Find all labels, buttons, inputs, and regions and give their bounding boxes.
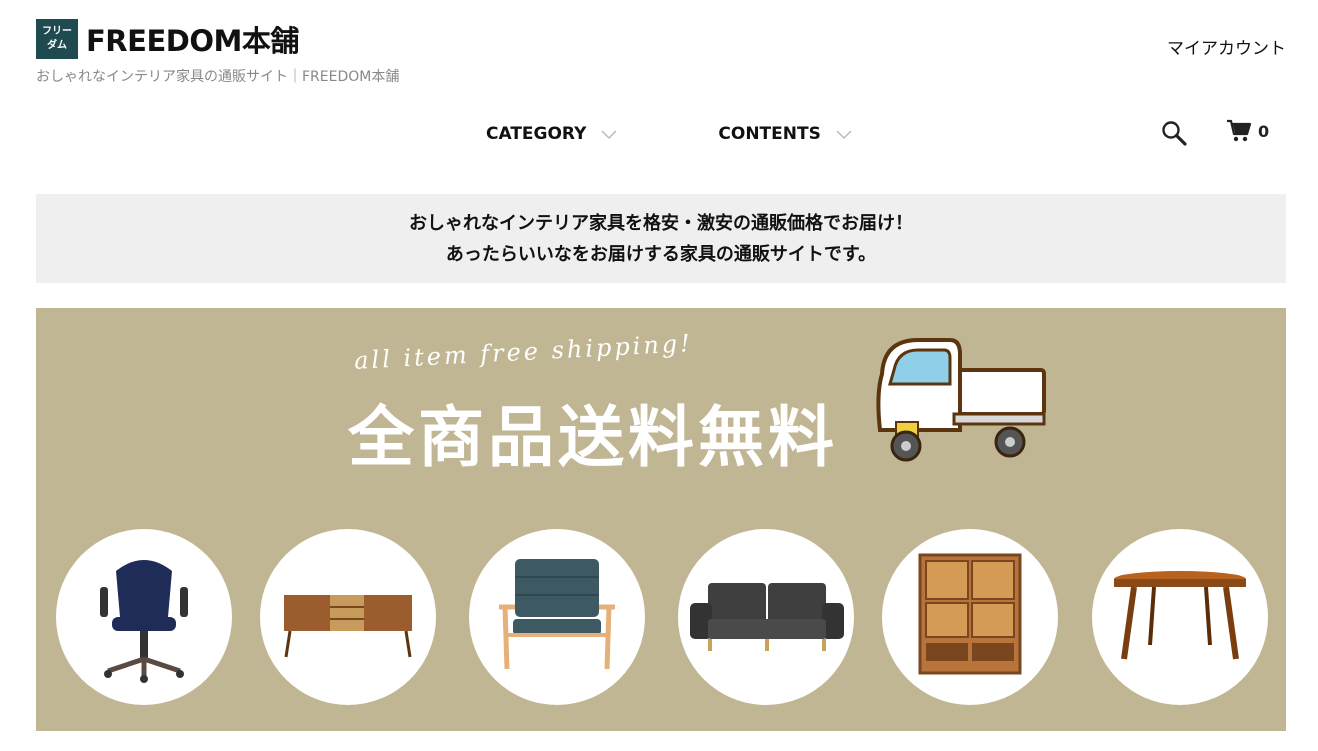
my-account-link[interactable]: マイアカウント	[1167, 34, 1286, 59]
notice-line-1: おしゃれなインテリア家具を格安・激安の通販価格でお届け！	[409, 212, 913, 234]
chevron-down-icon	[601, 130, 617, 140]
nav-contents-label: CONTENTS	[718, 124, 821, 144]
notice-line-2: あったらいいなをお届けする家具の通販サイトです。	[445, 243, 877, 265]
furniture-circle-sofa[interactable]	[678, 529, 854, 705]
cart-button[interactable]: 0	[1226, 118, 1269, 144]
notice-bar: おしゃれなインテリア家具を格安・激安の通販価格でお届け！ あったらいいなをお届け…	[36, 194, 1286, 283]
cart-count: 0	[1258, 121, 1270, 141]
banner-subtitle: all item free shipping!	[353, 329, 694, 375]
site-tagline: おしゃれなインテリア家具の通販サイト｜FREEDOM本舗	[36, 69, 400, 85]
furniture-circle-table[interactable]	[1092, 529, 1268, 705]
nav-category[interactable]: CATEGORY	[486, 124, 618, 144]
free-shipping-banner[interactable]: all item free shipping! 全商品送料無料	[36, 308, 1286, 731]
sideboard-icon	[284, 595, 412, 658]
main-nav: CATEGORY CONTENTS	[486, 124, 953, 144]
logo-mark-line1: フリー	[42, 26, 72, 37]
round-table-icon	[1114, 571, 1246, 660]
banner-title: 全商品送料無料	[348, 399, 838, 476]
furniture-circle-cabinet[interactable]	[882, 529, 1058, 705]
cart-icon	[1227, 119, 1252, 142]
logo-text: FREEDOM本舗	[86, 24, 299, 58]
sofa-icon	[690, 583, 844, 651]
furniture-circle-armchair[interactable]	[469, 529, 645, 705]
nav-category-label: CATEGORY	[486, 124, 587, 144]
logo-mark-line2: ダム	[47, 40, 67, 51]
armchair-icon	[499, 559, 615, 670]
search-icon[interactable]	[1160, 119, 1188, 147]
chevron-down-icon	[836, 130, 852, 140]
site-logo[interactable]: フリー ダム FREEDOM本舗	[36, 18, 299, 60]
office-chair-icon	[100, 560, 188, 683]
cabinet-icon	[918, 553, 1022, 675]
nav-contents[interactable]: CONTENTS	[718, 124, 852, 144]
logo-mark: フリー ダム	[36, 19, 78, 59]
truck-icon	[876, 338, 1046, 462]
furniture-circle-sideboard[interactable]	[260, 529, 436, 705]
furniture-circle-chair[interactable]	[56, 529, 232, 705]
